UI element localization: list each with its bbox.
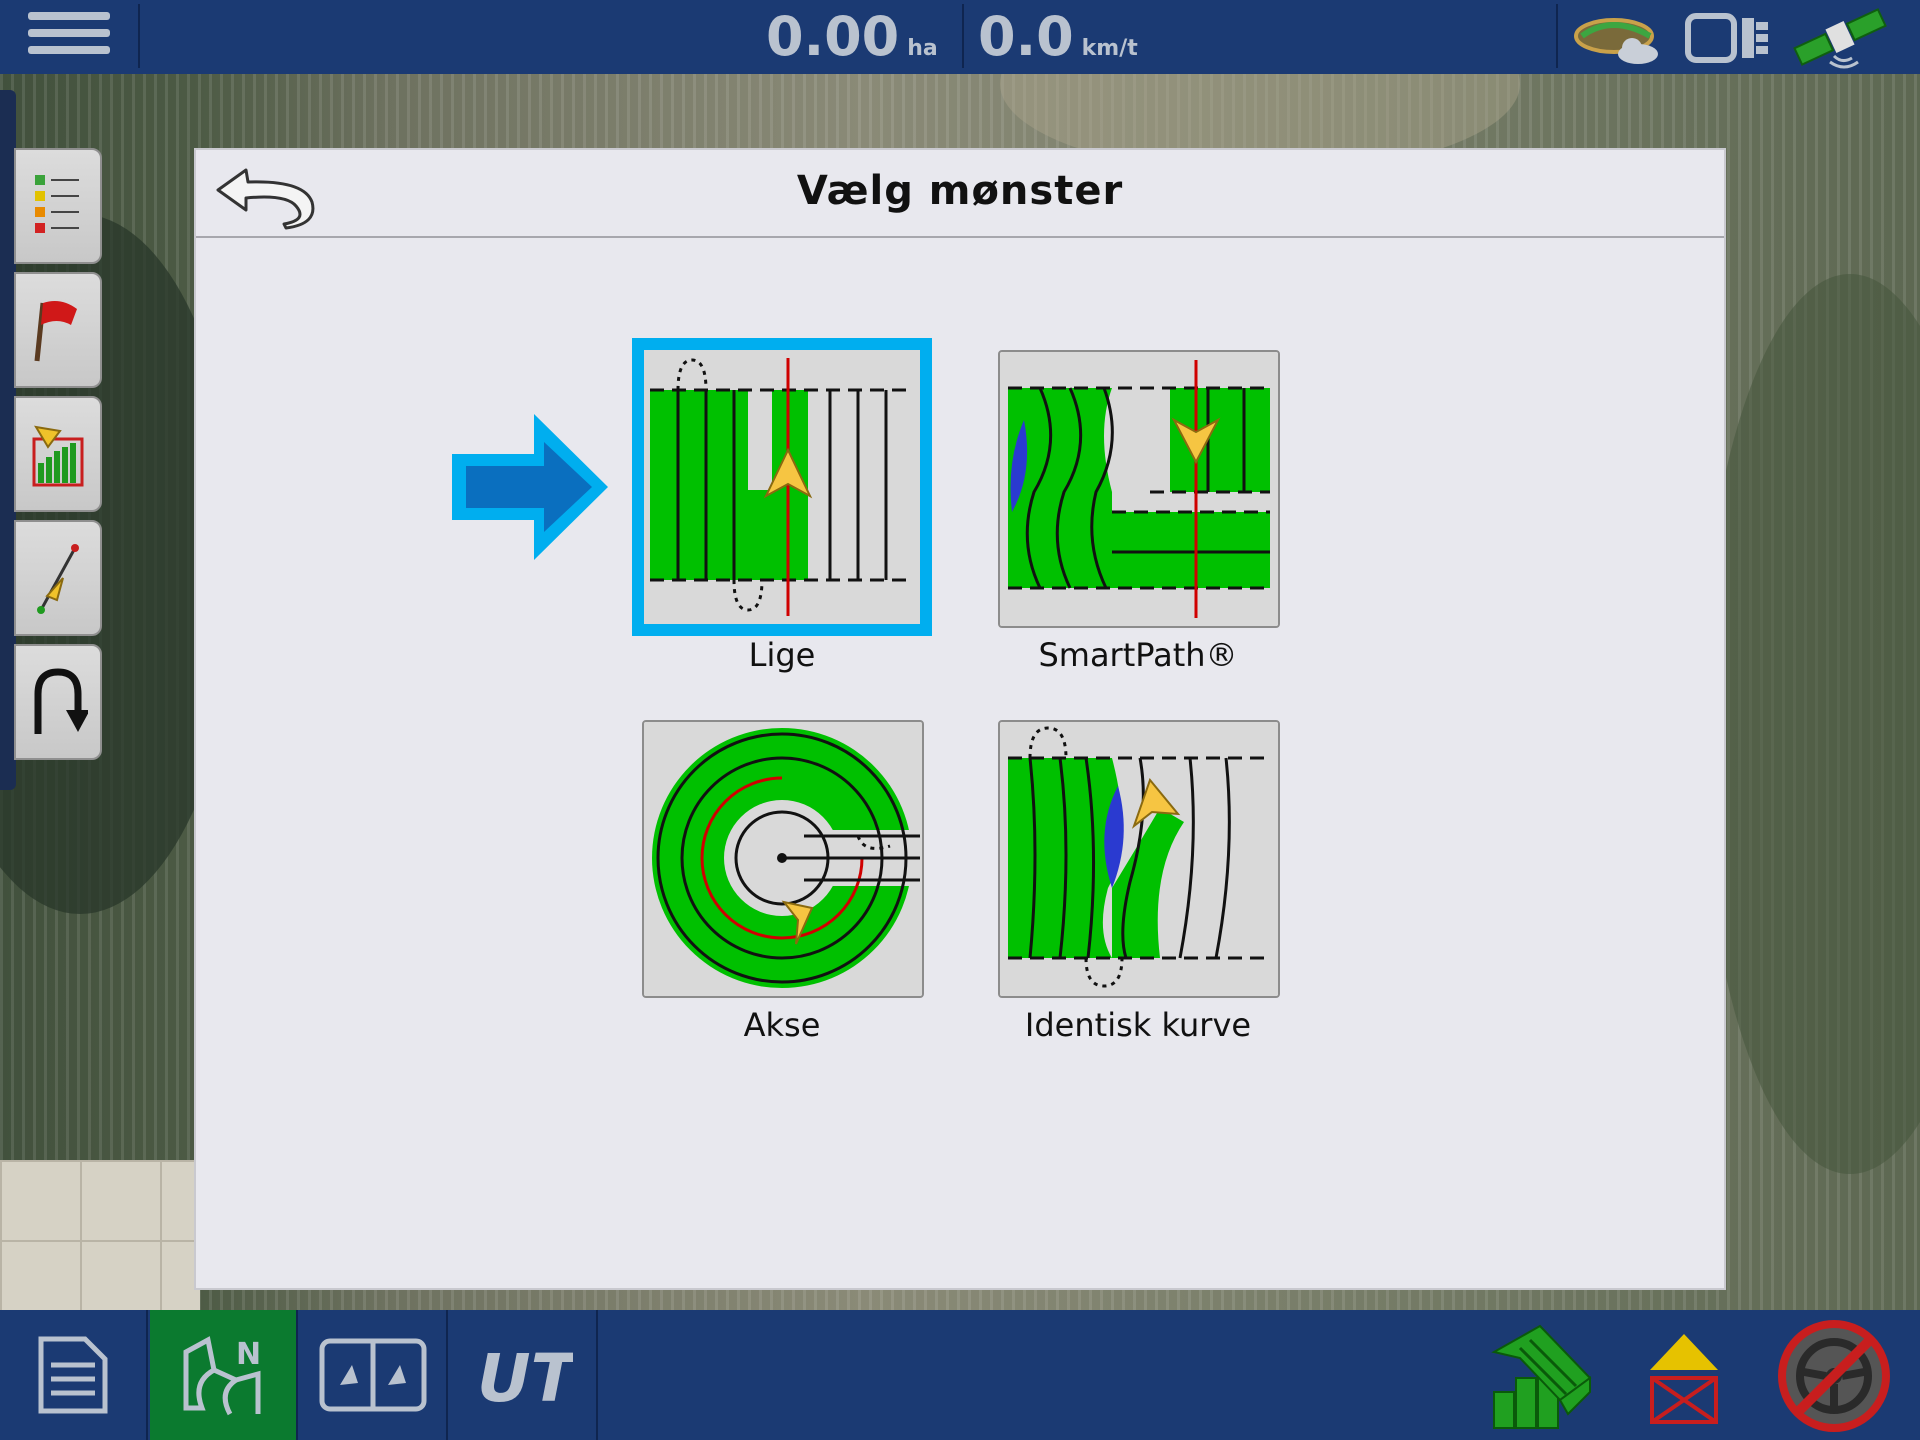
speed-unit: km/t — [1081, 36, 1138, 61]
smartpath-pattern-icon — [1000, 352, 1278, 626]
flag-icon[interactable] — [14, 272, 102, 388]
display-device-icon[interactable] — [1684, 12, 1774, 64]
legend-list-icon[interactable] — [14, 148, 102, 264]
area-unit: ha — [907, 36, 938, 61]
menu-icon[interactable] — [28, 12, 110, 62]
document-icon[interactable] — [0, 1310, 148, 1440]
area-readout: 0.00 ha — [766, 4, 938, 70]
split-view-icon[interactable] — [300, 1310, 448, 1440]
area-value: 0.00 — [766, 5, 900, 68]
map-grid — [0, 1160, 200, 1310]
implement-icon[interactable] — [1646, 1330, 1722, 1426]
speed-value: 0.0 — [978, 5, 1074, 68]
pointer-arrow-icon — [448, 410, 612, 564]
section-control-icon[interactable] — [1490, 1322, 1596, 1432]
pattern-label: Akse — [743, 1006, 821, 1044]
svg-text:UT: UT — [477, 1340, 573, 1415]
field-map-icon[interactable]: N — [150, 1310, 298, 1440]
guidance-chart-icon[interactable] — [14, 396, 102, 512]
gps-satellite-icon[interactable] — [1790, 4, 1890, 70]
pattern-label: SmartPath® — [1038, 636, 1238, 674]
svg-text:N: N — [236, 1337, 261, 1372]
speed-readout: 0.0 km/t — [978, 4, 1138, 70]
pattern-label: Identisk kurve — [1024, 1006, 1252, 1044]
pattern-pivot-button[interactable] — [642, 720, 924, 998]
dialog-title: Vælg mønster — [796, 168, 1124, 214]
ab-line-icon[interactable] — [14, 520, 102, 636]
pattern-straight-button[interactable] — [632, 338, 932, 636]
pattern-smartpath-button[interactable] — [998, 350, 1280, 628]
dialog-header: Vælg mønster — [196, 150, 1724, 238]
bottom-navigation-bar: N UT — [0, 1310, 1920, 1440]
u-turn-icon[interactable] — [14, 644, 102, 760]
field-cloud-icon[interactable] — [1572, 10, 1664, 66]
pattern-label: Lige — [748, 636, 816, 674]
pivot-pattern-icon — [644, 722, 922, 996]
identical-curve-pattern-icon — [1000, 722, 1278, 996]
ut-icon[interactable]: UT — [450, 1310, 598, 1440]
straight-pattern-icon — [644, 350, 920, 624]
pattern-identical-curve-button[interactable] — [998, 720, 1280, 998]
select-pattern-dialog: Vælg mønster Lige SmartPath® Akse Identi… — [194, 148, 1726, 1290]
autosteer-disabled-icon[interactable] — [1776, 1318, 1892, 1434]
top-status-bar: 0.00 ha 0.0 km/t — [0, 0, 1920, 74]
